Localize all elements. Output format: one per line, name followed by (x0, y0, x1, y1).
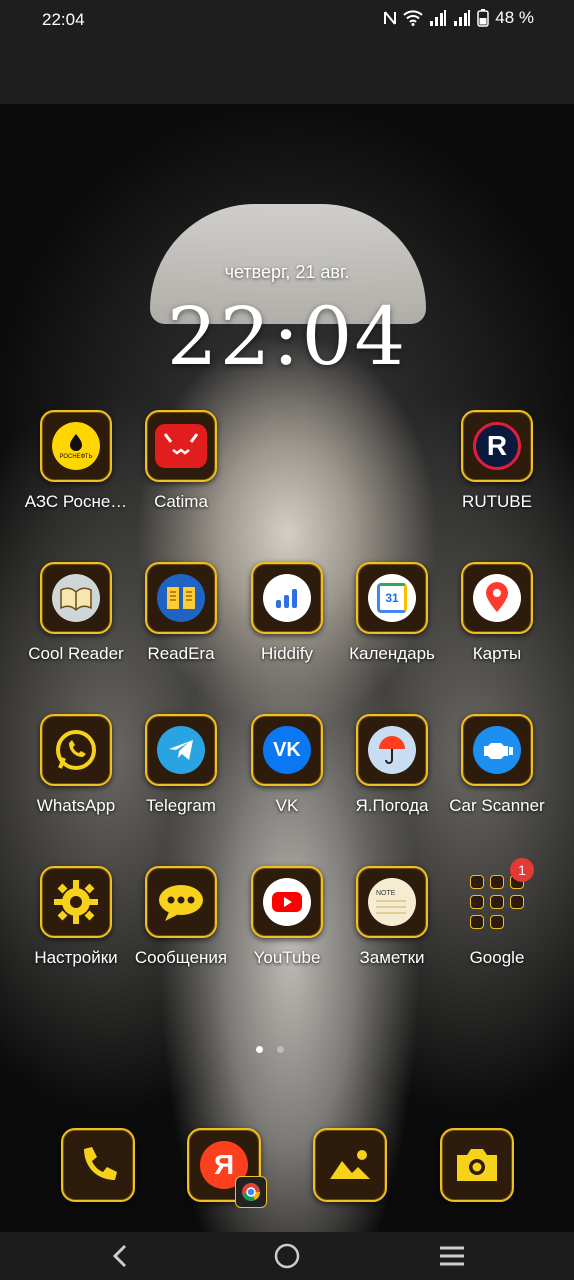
app-notes[interactable]: NOTE Заметки (337, 866, 447, 968)
chrome-icon (235, 1176, 267, 1208)
app-label: Сообщения (134, 948, 228, 967)
app-label: YouTube (253, 948, 321, 967)
cool-reader-icon (40, 562, 112, 634)
app-settings[interactable]: Настройки (21, 866, 131, 968)
back-button[interactable] (100, 1238, 140, 1274)
messages-icon (145, 866, 217, 938)
app-yandex-weather[interactable]: Я.Погода (337, 714, 447, 816)
app-label: Catima (154, 492, 208, 511)
app-car-scanner[interactable]: Car Scanner (442, 714, 552, 816)
readera-icon (145, 562, 217, 634)
car-scanner-icon (461, 714, 533, 786)
app-rosneft[interactable]: РОСНЕФТЬ АЗС Росне… (21, 410, 131, 512)
notification-badge: 1 (510, 858, 534, 882)
youtube-icon (251, 866, 323, 938)
maps-icon (461, 562, 533, 634)
rosneft-icon: РОСНЕФТЬ (40, 410, 112, 482)
app-readera[interactable]: ReadEra (126, 562, 236, 664)
status-bar: 22:04 48 % (0, 0, 574, 104)
lockscreen-date[interactable]: четверг, 21 авг. (0, 262, 574, 283)
app-calendar[interactable]: 31 Календарь (337, 562, 447, 664)
hiddify-icon (251, 562, 323, 634)
app-label: Заметки (359, 948, 425, 967)
weather-icon (356, 714, 428, 786)
home-icon (274, 1243, 300, 1269)
telegram-icon (145, 714, 217, 786)
dock-yandex-browser[interactable]: Я (187, 1128, 267, 1208)
app-vk[interactable]: VK VK (232, 714, 342, 816)
whatsapp-icon (40, 714, 112, 786)
recents-icon (440, 1246, 464, 1266)
status-time: 22:04 (42, 10, 85, 29)
app-catima[interactable]: Catima (126, 410, 236, 512)
app-cool-reader[interactable]: Cool Reader (21, 562, 131, 664)
calendar-icon: 31 (356, 562, 428, 634)
dock-phone[interactable] (61, 1128, 135, 1202)
gallery-icon (313, 1128, 387, 1202)
app-label: Я.Погода (355, 796, 429, 815)
app-maps[interactable]: Карты (442, 562, 552, 664)
app-label: RUTUBE (462, 492, 532, 511)
folder-app-icon (490, 875, 504, 889)
signal-icon (430, 10, 447, 26)
folder-app-icon (510, 895, 524, 909)
folder-app-icon (470, 915, 484, 929)
app-hiddify[interactable]: Hiddify (232, 562, 342, 664)
rutube-icon: R (461, 410, 533, 482)
google-folder[interactable]: 1 Google (442, 858, 552, 968)
battery-icon (477, 9, 489, 27)
signal-icon-2 (454, 10, 471, 26)
folder-app-icon (490, 915, 504, 929)
app-label: Карты (472, 644, 522, 663)
folder-app-icon (490, 895, 504, 909)
phone-icon (61, 1128, 135, 1202)
page-indicator (256, 1046, 284, 1053)
app-label: Hiddify (261, 644, 313, 663)
app-telegram[interactable]: Telegram (126, 714, 236, 816)
app-whatsapp[interactable]: WhatsApp (21, 714, 131, 816)
app-label: WhatsApp (36, 796, 116, 815)
app-label: Telegram (146, 796, 216, 815)
app-label: VK (275, 796, 299, 815)
catima-icon (145, 410, 217, 482)
folder-app-icon (470, 875, 484, 889)
recents-button[interactable] (432, 1238, 472, 1274)
status-icons: 48 % (383, 8, 534, 28)
app-label: Car Scanner (449, 796, 545, 815)
camera-icon (440, 1128, 514, 1202)
app-label: АЗС Росне… (24, 492, 128, 511)
app-label: Cool Reader (28, 644, 124, 663)
settings-icon (40, 866, 112, 938)
app-messages[interactable]: Сообщения (126, 866, 236, 968)
app-rutube[interactable]: R RUTUBE (442, 410, 552, 512)
app-youtube[interactable]: YouTube (232, 866, 342, 968)
dock-camera[interactable] (440, 1128, 514, 1202)
navigation-bar (0, 1232, 574, 1280)
dock-gallery[interactable] (313, 1128, 387, 1202)
back-icon (112, 1244, 127, 1268)
notes-icon: NOTE (356, 866, 428, 938)
clock-widget[interactable]: 22:04 (0, 290, 574, 383)
folder-app-icon (470, 895, 484, 909)
page-dot-active (256, 1046, 263, 1053)
app-label: Настройки (34, 948, 118, 967)
battery-percent: 48 % (495, 8, 534, 27)
page-dot (277, 1046, 284, 1053)
app-label: ReadEra (147, 644, 215, 663)
wifi-icon (403, 10, 423, 26)
folder-label: Google (469, 948, 525, 967)
vk-icon: VK (251, 714, 323, 786)
home-button[interactable] (267, 1238, 307, 1274)
nfc-icon (384, 11, 397, 25)
app-label: Календарь (349, 644, 435, 663)
